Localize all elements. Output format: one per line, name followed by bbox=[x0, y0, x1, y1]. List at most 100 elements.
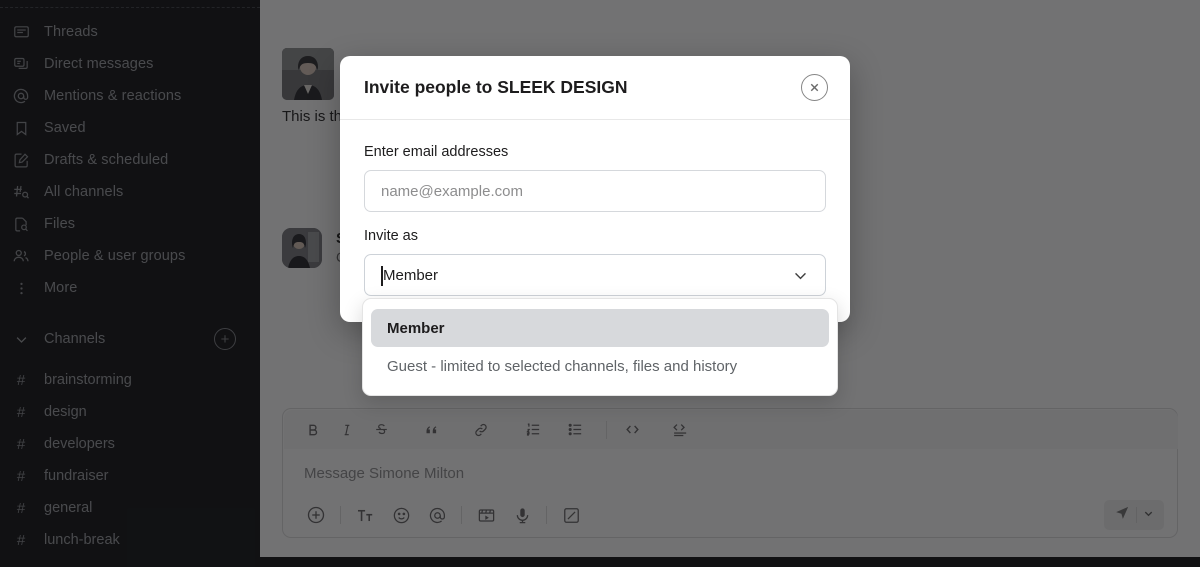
at-mention-icon bbox=[12, 87, 30, 105]
audio-clip-icon[interactable] bbox=[553, 499, 589, 531]
send-divider bbox=[1136, 507, 1138, 523]
channel-item-general[interactable]: # general bbox=[0, 492, 260, 524]
action-divider bbox=[461, 506, 462, 524]
sidebar-item-label: Files bbox=[44, 216, 76, 232]
emoji-icon[interactable] bbox=[383, 499, 419, 531]
invite-people-modal: Invite people to SLEEK DESIGN Enter emai… bbox=[340, 56, 850, 396]
microphone-icon[interactable] bbox=[504, 499, 540, 531]
bookmark-icon bbox=[12, 119, 30, 137]
email-input[interactable]: name@example.com bbox=[364, 170, 826, 212]
sidebar-nav-list: Threads Direct messages Mentions & react… bbox=[0, 16, 260, 304]
channel-name: general bbox=[44, 500, 93, 516]
threads-icon bbox=[12, 23, 30, 41]
channel-name: fundraiser bbox=[44, 468, 109, 484]
strikethrough-icon[interactable] bbox=[364, 415, 398, 445]
dropdown-option-guest[interactable]: Guest - limited to selected channels, fi… bbox=[371, 347, 829, 385]
sidebar-item-saved[interactable]: Saved bbox=[0, 112, 260, 144]
blockquote-icon[interactable] bbox=[414, 415, 448, 445]
channel-item-lunch-break[interactable]: # lunch-break bbox=[0, 524, 260, 556]
message-item: S C bbox=[282, 228, 346, 268]
channel-name: brainstorming bbox=[44, 372, 132, 388]
sidebar-divider bbox=[0, 7, 260, 8]
dropdown-option-member[interactable]: Member bbox=[371, 309, 829, 347]
sidebar: Threads Direct messages Mentions & react… bbox=[0, 0, 260, 567]
hash-icon: # bbox=[16, 531, 26, 549]
hash-icon: # bbox=[16, 467, 26, 485]
toolbar-divider bbox=[606, 420, 607, 439]
people-icon bbox=[12, 247, 30, 265]
action-divider bbox=[546, 506, 547, 524]
sidebar-item-all-channels[interactable]: All channels bbox=[0, 176, 260, 208]
avatar bbox=[282, 48, 334, 100]
channel-item-design[interactable]: # design bbox=[0, 396, 260, 428]
sidebar-item-label: Mentions & reactions bbox=[44, 88, 182, 104]
channel-name: design bbox=[44, 404, 87, 420]
sidebar-item-label: All channels bbox=[44, 184, 124, 200]
sidebar-item-label: Direct messages bbox=[44, 56, 154, 72]
channel-item-brainstorming[interactable]: # brainstorming bbox=[0, 364, 260, 396]
italic-icon[interactable] bbox=[330, 415, 364, 445]
close-icon[interactable] bbox=[801, 74, 828, 101]
hash-icon: # bbox=[16, 435, 26, 453]
file-search-icon bbox=[12, 215, 30, 233]
add-channel-button[interactable]: + bbox=[214, 328, 236, 350]
invite-as-select[interactable]: Member bbox=[364, 254, 826, 296]
invite-as-label: Invite as bbox=[364, 228, 418, 244]
direct-messages-icon bbox=[12, 55, 30, 73]
sidebar-item-label: Drafts & scheduled bbox=[44, 152, 169, 168]
channels-section-header[interactable]: Channels + bbox=[0, 322, 260, 356]
avatar bbox=[282, 228, 322, 268]
sidebar-item-more[interactable]: More bbox=[0, 272, 260, 304]
invite-as-selected-value: Member bbox=[383, 266, 439, 284]
video-clip-icon[interactable] bbox=[468, 499, 504, 531]
mention-icon[interactable] bbox=[419, 499, 455, 531]
modal-body: Enter email addresses name@example.com I… bbox=[340, 120, 850, 322]
plus-icon[interactable] bbox=[298, 499, 334, 531]
channel-name: lunch-break bbox=[44, 532, 120, 548]
sidebar-item-label: More bbox=[44, 280, 78, 296]
message-item: This is th bbox=[282, 48, 348, 125]
bold-icon[interactable] bbox=[296, 415, 330, 445]
hash-icon: # bbox=[16, 499, 26, 517]
text-format-icon[interactable] bbox=[347, 499, 383, 531]
sidebar-item-label: Saved bbox=[44, 120, 86, 136]
sidebar-item-label: Threads bbox=[44, 24, 98, 40]
channels-section-title: Channels bbox=[44, 331, 106, 347]
email-field-label: Enter email addresses bbox=[364, 144, 509, 160]
sidebar-item-drafts-scheduled[interactable]: Drafts & scheduled bbox=[0, 144, 260, 176]
text-cursor bbox=[381, 266, 383, 286]
channel-item-fundraiser[interactable]: # fundraiser bbox=[0, 460, 260, 492]
link-icon[interactable] bbox=[464, 415, 498, 445]
sidebar-item-mentions-reactions[interactable]: Mentions & reactions bbox=[0, 80, 260, 112]
action-divider bbox=[340, 506, 341, 524]
channel-name: developers bbox=[44, 436, 115, 452]
send-button[interactable] bbox=[1104, 500, 1164, 530]
more-dots-icon bbox=[12, 279, 30, 297]
ordered-list-icon[interactable] bbox=[516, 415, 550, 445]
formatting-toolbar bbox=[284, 410, 1178, 449]
code-block-icon[interactable] bbox=[663, 415, 697, 445]
bulleted-list-icon[interactable] bbox=[558, 415, 592, 445]
message-text: This is th bbox=[282, 108, 343, 125]
all-channels-icon bbox=[12, 183, 30, 201]
sidebar-item-people-user-groups[interactable]: People & user groups bbox=[0, 240, 260, 272]
sidebar-item-direct-messages[interactable]: Direct messages bbox=[0, 48, 260, 80]
modal-header: Invite people to SLEEK DESIGN bbox=[340, 56, 850, 120]
message-composer: Message Simone Milton bbox=[282, 408, 1178, 538]
channel-list: # brainstorming # design # developers # … bbox=[0, 364, 260, 556]
app-window: Threads Direct messages Mentions & react… bbox=[0, 0, 1200, 567]
channel-item-developers[interactable]: # developers bbox=[0, 428, 260, 460]
chevron-down-icon[interactable] bbox=[1143, 506, 1154, 524]
message-input[interactable]: Message Simone Milton bbox=[284, 449, 1178, 497]
sidebar-item-threads[interactable]: Threads bbox=[0, 16, 260, 48]
hash-icon: # bbox=[16, 403, 26, 421]
chevron-down-icon bbox=[12, 330, 30, 348]
draft-pencil-icon bbox=[12, 151, 30, 169]
invite-as-dropdown: Member Guest - limited to selected chann… bbox=[362, 298, 838, 396]
sidebar-item-files[interactable]: Files bbox=[0, 208, 260, 240]
sidebar-item-label: People & user groups bbox=[44, 248, 186, 264]
composer-action-bar bbox=[284, 494, 1178, 536]
code-icon[interactable] bbox=[615, 415, 649, 445]
chevron-down-icon bbox=[792, 267, 809, 284]
send-icon bbox=[1114, 504, 1131, 526]
